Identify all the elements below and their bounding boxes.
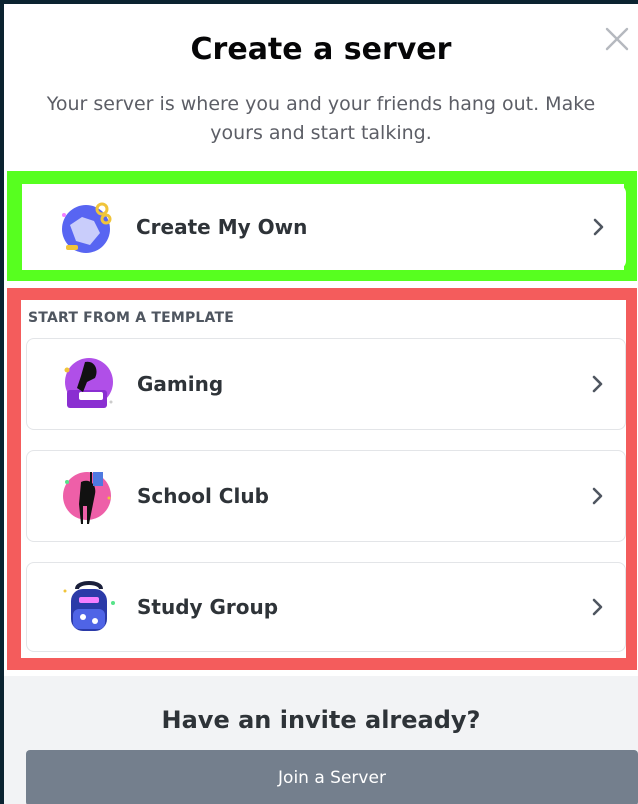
gaming-icon	[53, 348, 125, 420]
globe-icon	[52, 191, 124, 263]
invite-footer-title: Have an invite already?	[161, 706, 481, 734]
template-gaming-label: Gaming	[137, 372, 224, 396]
chevron-right-icon	[592, 375, 603, 393]
template-school-club-button[interactable]: School Club	[26, 450, 626, 542]
join-server-button[interactable]: Join a Server	[26, 750, 638, 804]
template-section-label: START FROM A TEMPLATE	[28, 310, 235, 326]
school-club-icon	[53, 460, 125, 532]
create-server-modal: Create a server Your server is where you…	[4, 4, 638, 804]
create-my-own-button[interactable]: Create My Own	[26, 185, 626, 269]
chevron-right-icon	[592, 598, 603, 616]
modal-title: Create a server	[190, 32, 452, 67]
template-study-group-label: Study Group	[137, 595, 279, 619]
chevron-right-icon	[592, 487, 603, 505]
template-study-group-button[interactable]: Study Group	[26, 562, 626, 652]
chevron-right-icon	[593, 218, 604, 236]
create-my-own-label: Create My Own	[136, 215, 308, 239]
template-school-club-label: School Club	[137, 484, 269, 508]
template-gaming-button[interactable]: Gaming	[26, 338, 626, 430]
study-group-icon	[53, 571, 125, 643]
modal-subtitle: Your server is where you and your friend…	[46, 93, 596, 144]
invite-footer: Have an invite already? Join a Server	[4, 676, 638, 804]
